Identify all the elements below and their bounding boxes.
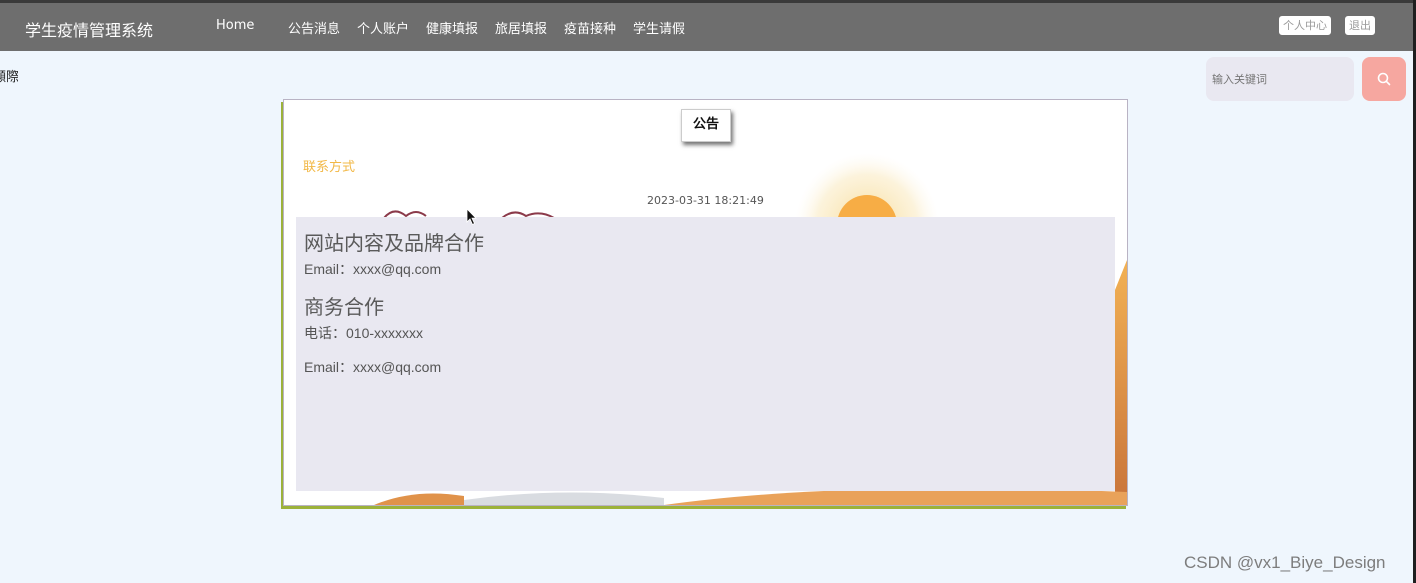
search-button[interactable] (1362, 57, 1406, 101)
nav-student-leave[interactable]: 学生请假 (633, 18, 685, 37)
nav-health-report[interactable]: 健康填报 (426, 18, 478, 37)
search-icon (1377, 72, 1391, 86)
business-email: Email：xxxx@qq.com (304, 359, 442, 375)
notice-card: 公告 联系方式 2023-03-31 18:21:49 网站内容及品牌合作 Em… (283, 99, 1128, 506)
watermark-text: CSDN @vx1_Biye_Design (1184, 553, 1386, 572)
nav-personal-account[interactable]: 个人账户 (357, 18, 409, 37)
logout-button[interactable]: 退出 (1345, 16, 1375, 35)
offscreen-label-fragment: 顯際 (0, 70, 18, 84)
nav-vaccination[interactable]: 疫苗接种 (564, 18, 616, 37)
notice-date: 2023-03-31 18:21:49 (647, 194, 764, 207)
nav-travel-report[interactable]: 旅居填报 (495, 18, 547, 37)
business-phone: 电话：010-xxxxxxx (304, 325, 424, 341)
nav-announcements[interactable]: 公告消息 (288, 18, 340, 37)
top-navbar: 学生疫情管理系统 Home 公告消息 个人账户 健康填报 旅居填报 疫苗接种 学… (0, 3, 1416, 51)
notice-subtitle: 联系方式 (303, 160, 356, 175)
mouse-pointer-icon (466, 208, 477, 226)
section-heading-brand-cooperation: 网站内容及品牌合作 (304, 233, 484, 255)
nav-home[interactable]: Home (216, 18, 254, 33)
personal-center-button[interactable]: 个人中心 (1279, 16, 1331, 35)
search-input[interactable] (1206, 57, 1354, 101)
site-brand[interactable]: 学生疫情管理系统 (25, 17, 153, 41)
notice-title: 公告 (681, 109, 731, 142)
section-heading-business-cooperation: 商务合作 (304, 297, 384, 319)
notice-content: 网站内容及品牌合作 Email：xxxx@qq.com 商务合作 电话：010-… (296, 217, 1115, 491)
brand-email: Email：xxxx@qq.com (304, 261, 442, 277)
